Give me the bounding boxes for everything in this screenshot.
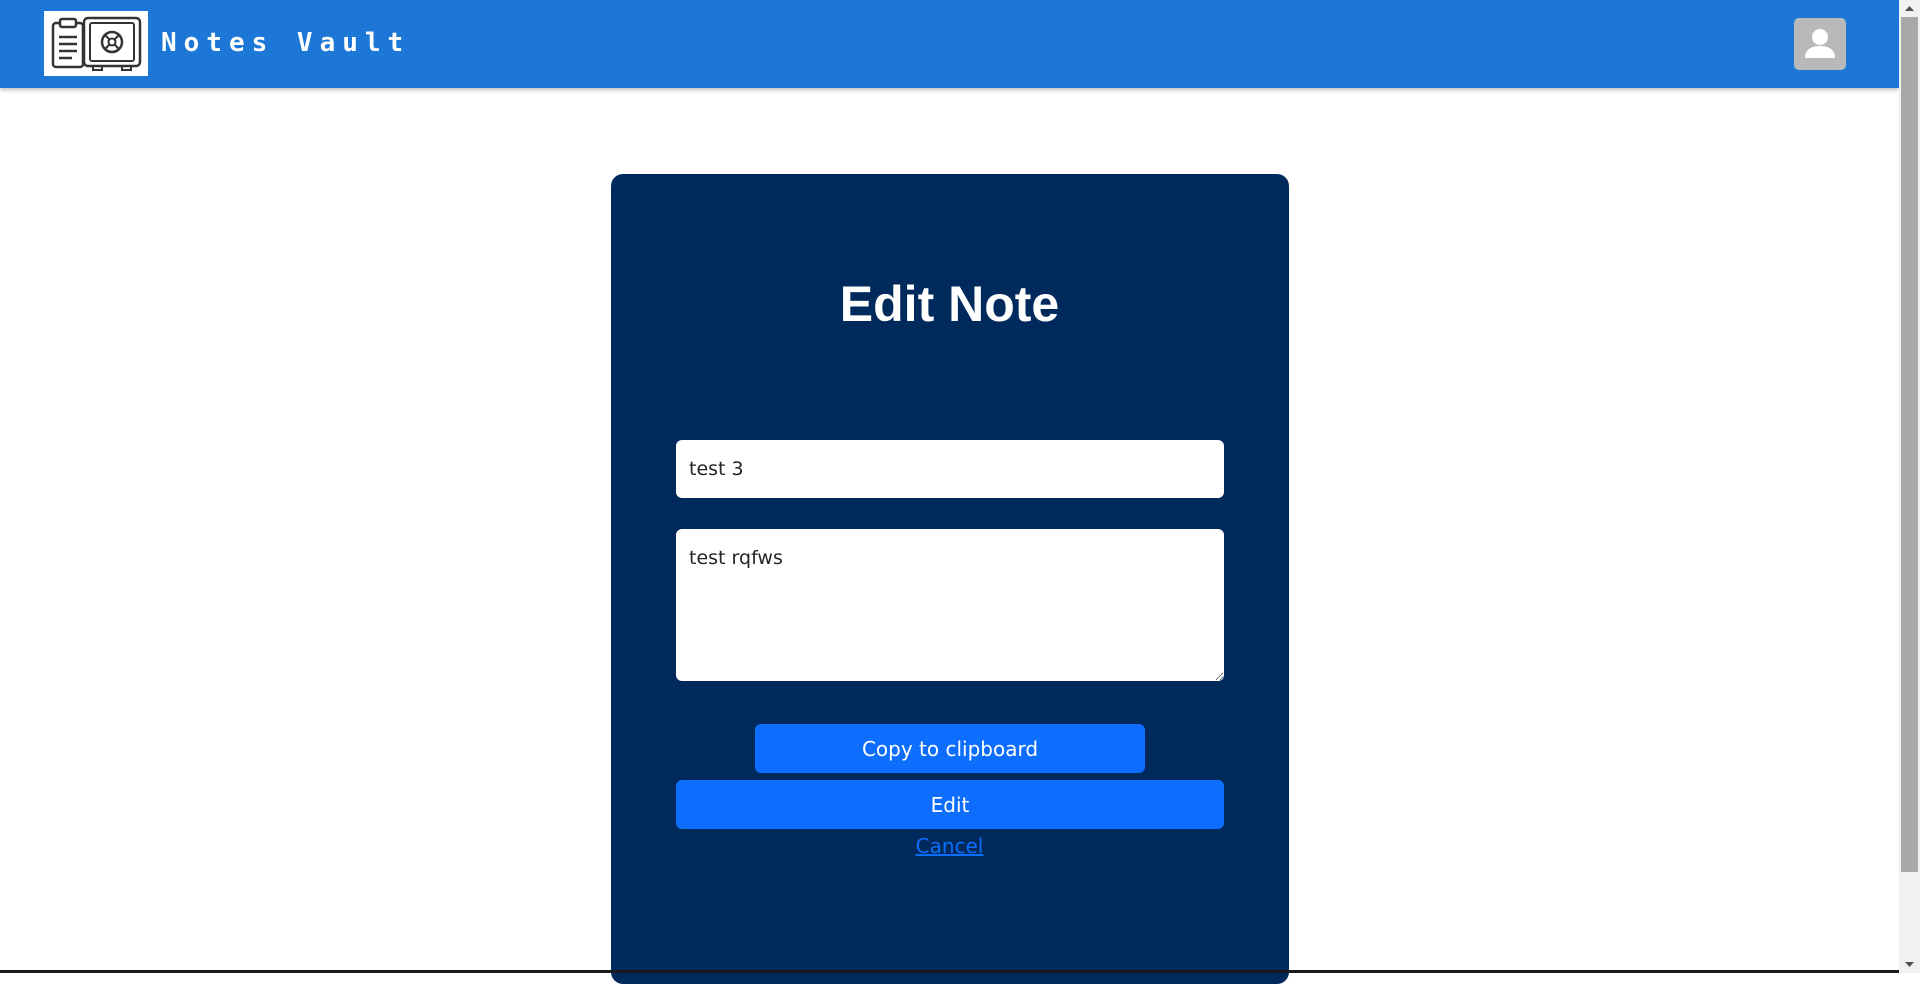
scrollbar-thumb[interactable] <box>1901 17 1918 872</box>
brand-name[interactable]: Notes Vault <box>161 26 410 60</box>
top-navbar: Notes Vault <box>0 0 1899 88</box>
user-profile-button[interactable] <box>1794 18 1846 70</box>
page-title: Edit Note <box>839 276 1060 332</box>
note-title-input[interactable] <box>676 440 1224 498</box>
clipboard-safe-logo-icon <box>51 16 142 71</box>
scroll-down-arrow-icon[interactable] <box>1899 956 1920 973</box>
cancel-link[interactable]: Cancel <box>916 834 984 858</box>
note-body-textarea[interactable]: test rqfws <box>676 529 1224 681</box>
cancel-link-wrapper: Cancel <box>0 832 1899 860</box>
page-scrollbar[interactable] <box>1899 0 1920 973</box>
scroll-up-arrow-icon[interactable] <box>1899 0 1920 17</box>
copy-to-clipboard-button[interactable]: Copy to clipboard <box>755 724 1145 773</box>
edit-submit-button[interactable]: Edit <box>676 780 1224 829</box>
app-logo[interactable] <box>44 11 148 76</box>
user-avatar-icon <box>1805 29 1835 58</box>
